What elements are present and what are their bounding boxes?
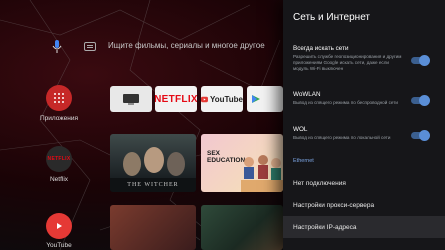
no-connection-item[interactable]: Нет подключения — [283, 172, 445, 194]
keyboard-icon[interactable] — [84, 42, 96, 51]
google-play-channel-tile[interactable] — [247, 86, 283, 112]
network-settings-panel: Сеть и Интернет Всегда искать сети Разре… — [283, 0, 445, 250]
netflix-channel-tile[interactable]: NETFLIX — [155, 86, 197, 112]
content-tile-4[interactable] — [201, 205, 283, 250]
mic-icon[interactable] — [52, 40, 62, 54]
apps-label: Приложения — [39, 115, 79, 122]
android-tv-home-screen: Ищите фильмы, сериалы и многое другое Пр… — [0, 0, 445, 250]
ethernet-section-label: Ethernet — [293, 158, 314, 164]
wol-option[interactable]: WOL Вывод из спящего режима по локальной… — [293, 126, 405, 141]
content-tile-3[interactable] — [110, 205, 196, 250]
always-scan-toggle[interactable] — [411, 55, 430, 66]
netflix-logo: NETFLIX — [47, 156, 71, 162]
apps-grid-icon — [54, 93, 64, 103]
netflix-app-button[interactable]: NETFLIX — [46, 146, 72, 172]
always-scan-option[interactable]: Всегда искать сети Разрешить службе геоп… — [293, 45, 405, 72]
youtube-app-button[interactable] — [46, 213, 72, 239]
apps-button[interactable] — [46, 85, 72, 111]
proxy-settings-item[interactable]: Настройки прокси-сервера — [283, 194, 445, 216]
youtube-channel-tile[interactable]: YouTube — [201, 86, 243, 112]
wowlan-option[interactable]: WoWLAN Вывод из спящего режима по беспро… — [293, 91, 405, 106]
option-desc: Разрешить службе геопозиционирования и д… — [293, 54, 402, 71]
option-title: Всегда искать сети — [293, 45, 349, 52]
option-title: WOL — [293, 126, 308, 133]
youtube-label: YouTube — [46, 242, 72, 249]
witcher-tile[interactable]: THE WITCHER — [110, 134, 196, 192]
ip-settings-item[interactable]: Настройки IP-адреса — [283, 216, 445, 238]
sex-education-tile[interactable]: SEX EDUCATION — [201, 134, 283, 192]
option-desc: Вывод из спящего режима по беспроводной … — [293, 100, 398, 105]
wowlan-toggle[interactable] — [411, 95, 430, 106]
netflix-label: Netflix — [49, 176, 69, 183]
youtube-play-icon — [57, 223, 62, 229]
panel-title: Сеть и Интернет — [293, 12, 371, 23]
option-title: WoWLAN — [293, 91, 321, 98]
youtube-channel-logo: YouTube — [209, 94, 243, 104]
tv-icon — [123, 94, 139, 105]
netflix-channel-logo: NETFLIX — [155, 93, 197, 105]
wol-toggle[interactable] — [411, 130, 430, 141]
youtube-logo-icon — [201, 96, 208, 102]
search-input[interactable]: Ищите фильмы, сериалы и многое другое — [108, 41, 265, 50]
witcher-title: THE WITCHER — [127, 182, 179, 188]
tv-channel-tile[interactable] — [110, 86, 152, 112]
option-desc: Вывод из спящего режима по локальной сет… — [293, 135, 391, 140]
google-play-icon — [252, 95, 260, 103]
sex-education-artwork — [241, 155, 283, 192]
